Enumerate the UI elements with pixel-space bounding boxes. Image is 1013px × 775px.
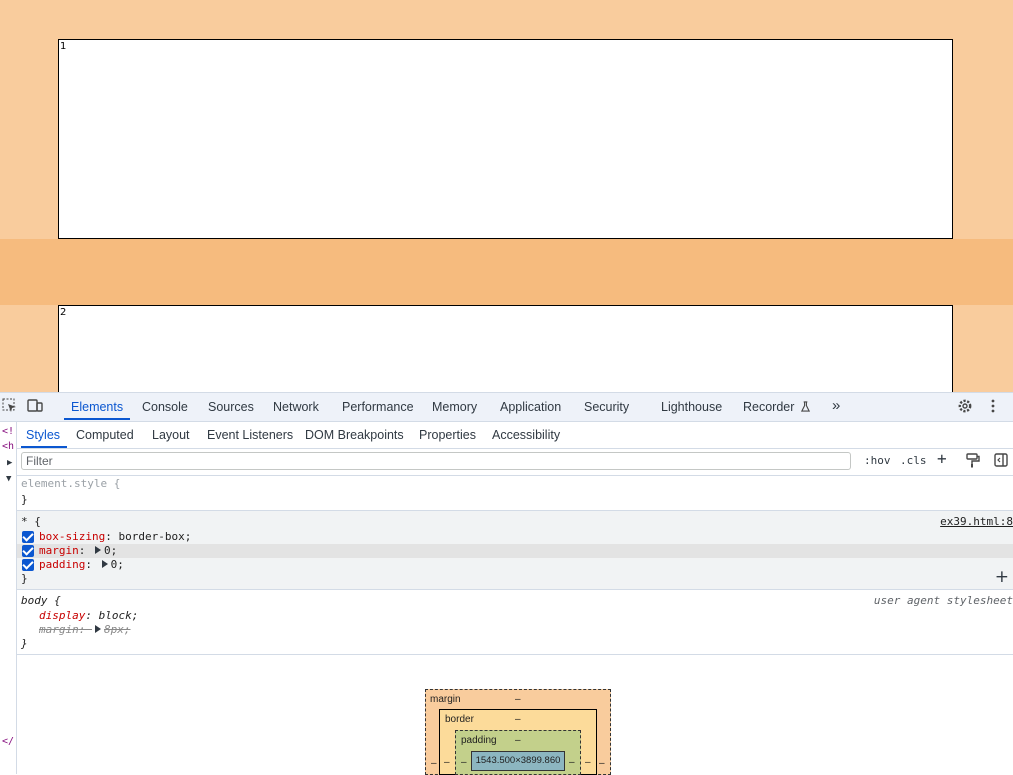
content-box-1: 1 <box>58 39 953 239</box>
box-number: 2 <box>60 307 67 318</box>
active-tab-indicator <box>64 418 130 420</box>
margin-band <box>0 239 1013 305</box>
subtab-styles[interactable]: Styles <box>26 428 60 442</box>
devtools-panel: Elements Console Sources Network Perform… <box>0 392 1013 775</box>
rule-element-style: element.style { } <box>17 476 1013 511</box>
expand-triangle-icon[interactable] <box>95 546 101 554</box>
hover-state-button[interactable]: :hov <box>864 454 891 467</box>
styles-subtabs: Styles Computed Layout Event Listeners D… <box>17 422 1013 449</box>
property-checkbox[interactable] <box>22 545 34 557</box>
page-viewport: 1 2 <box>0 0 1013 392</box>
more-tabs-button[interactable]: » <box>832 397 840 414</box>
subtab-dom-breakpoints[interactable]: DOM Breakpoints <box>305 428 404 442</box>
tab-sources[interactable]: Sources <box>208 400 254 414</box>
padding-right-value[interactable]: – <box>569 757 575 768</box>
tab-recorder[interactable]: Recorder <box>743 400 811 414</box>
tab-elements[interactable]: Elements <box>71 400 123 414</box>
tab-network[interactable]: Network <box>273 400 319 414</box>
padding-left-value[interactable]: – <box>461 757 467 768</box>
css-declaration[interactable]: display: block; <box>39 609 138 622</box>
tree-html-tag: <h <box>2 441 15 452</box>
box-model-diagram: margin – – – border – – – padding – – – … <box>425 689 611 775</box>
rule-selector[interactable]: element.style { <box>21 477 120 490</box>
toggle-sidebar-icon[interactable] <box>994 453 1008 472</box>
margin-right-value[interactable]: – <box>599 758 605 769</box>
subtab-accessibility[interactable]: Accessibility <box>492 428 560 442</box>
elements-tree-strip[interactable]: <! <h ▶ ▼ </ <box>0 422 17 774</box>
rule-source-label: user agent stylesheet <box>873 594 1013 607</box>
subtab-event-listeners[interactable]: Event Listeners <box>207 428 293 442</box>
tab-application[interactable]: Application <box>500 400 561 414</box>
new-style-rule-button[interactable]: + <box>937 449 947 468</box>
margin-label: margin <box>430 694 461 705</box>
rule-close: } <box>21 637 28 650</box>
rule-selector[interactable]: * { <box>21 515 41 528</box>
tree-doctype: <! <box>2 426 15 437</box>
margin-left-value[interactable]: – <box>431 758 437 769</box>
hovered-declaration-highlight <box>17 544 1013 558</box>
more-options-icon[interactable] <box>985 398 1001 414</box>
expand-triangle-icon[interactable] <box>95 625 101 633</box>
device-toolbar-icon[interactable] <box>27 398 43 414</box>
css-declaration[interactable]: box-sizing: border-box; <box>39 530 191 543</box>
tree-expand-icon[interactable]: ▶ <box>7 458 12 468</box>
tree-collapse-icon[interactable]: ▼ <box>6 474 11 484</box>
border-left-value[interactable]: – <box>444 757 450 768</box>
filter-row: :hov .cls + <box>17 449 1013 476</box>
subtab-computed[interactable]: Computed <box>76 428 134 442</box>
tab-performance[interactable]: Performance <box>342 400 414 414</box>
content-box-2: 2 <box>58 305 953 392</box>
property-checkbox[interactable] <box>22 531 34 543</box>
border-label: border <box>445 714 474 725</box>
settings-gear-icon[interactable] <box>957 398 973 414</box>
expand-triangle-icon[interactable] <box>101 560 108 568</box>
margin-top-value[interactable]: – <box>515 694 521 705</box>
subtab-layout[interactable]: Layout <box>152 428 190 442</box>
property-checkbox[interactable] <box>22 559 34 571</box>
border-top-value[interactable]: – <box>515 714 521 725</box>
css-declaration[interactable]: padding: 0; <box>39 558 124 571</box>
active-subtab-indicator <box>21 446 67 448</box>
rule-source-link[interactable]: ex39.html:8 <box>940 515 1013 528</box>
add-declaration-button[interactable]: + <box>995 567 1009 587</box>
styles-filter-input[interactable] <box>21 452 851 470</box>
tab-memory[interactable]: Memory <box>432 400 477 414</box>
css-declaration[interactable]: margin: 0; <box>39 544 117 557</box>
paint-format-icon[interactable] <box>966 453 980 473</box>
rule-close: } <box>21 493 28 506</box>
box-number: 1 <box>60 41 67 52</box>
padding-label: padding <box>461 735 497 746</box>
rule-body: body { user agent stylesheet display: bl… <box>17 590 1013 655</box>
tab-console[interactable]: Console <box>142 400 188 414</box>
css-declaration-overridden[interactable]: margin: 8px; <box>39 623 131 636</box>
rule-close: } <box>21 572 28 585</box>
tab-lighthouse[interactable]: Lighthouse <box>661 400 722 414</box>
box-model-content-size[interactable]: 1543.500×3899.860 <box>471 751 565 771</box>
tree-close-tag: </ <box>2 736 15 747</box>
rule-universal: * { ex39.html:8 box-sizing: border-box; … <box>17 511 1013 590</box>
rule-selector[interactable]: body { <box>21 594 61 607</box>
tab-security[interactable]: Security <box>584 400 629 414</box>
devtools-toolbar: Elements Console Sources Network Perform… <box>0 393 1013 422</box>
inspect-element-icon[interactable] <box>2 398 18 414</box>
tab-recorder-label: Recorder <box>743 400 795 414</box>
class-toggle-button[interactable]: .cls <box>900 454 927 467</box>
subtab-properties[interactable]: Properties <box>419 428 476 442</box>
border-right-value[interactable]: – <box>585 757 591 768</box>
flask-icon <box>800 401 810 412</box>
padding-top-value[interactable]: – <box>515 735 521 746</box>
